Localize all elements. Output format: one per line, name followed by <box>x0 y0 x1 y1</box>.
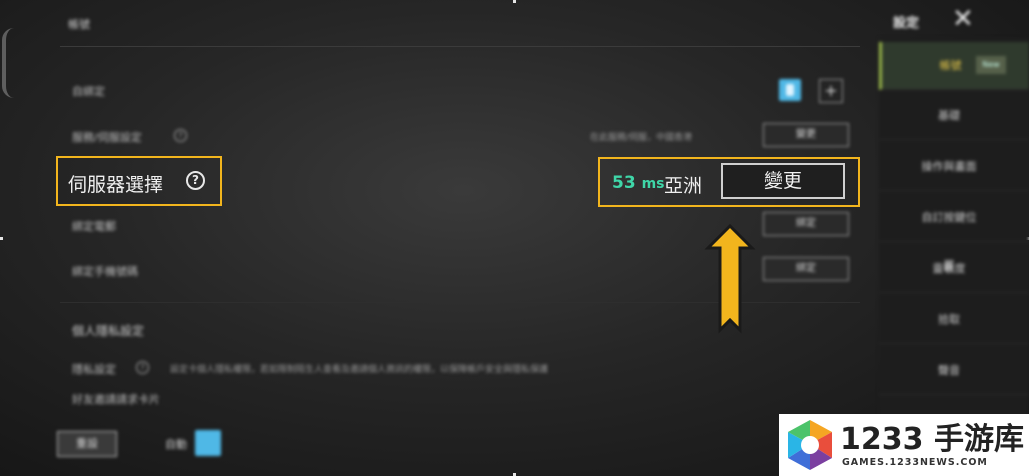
sidebar-item-label: 靈敏度 <box>932 262 966 275</box>
privacy-section-title: 個人隱私設定 <box>72 324 145 338</box>
row-label-email: 綁定電郵 <box>72 220 116 233</box>
bind-phone-button[interactable]: 綁定 <box>763 257 849 281</box>
service-status-text: 在此服務/伺服，中國香港 <box>590 133 693 143</box>
sidebar-item-label: 聲音 <box>938 364 960 377</box>
ping-value: 53 <box>612 173 636 193</box>
privacy-description: 設定卡個人隱私權限，若如限制陌生人查看及邀請個人資訊的權限，以保障帳戶安全與隱私… <box>170 365 549 375</box>
watermark-title: 1233 手游库 <box>840 422 1024 457</box>
sidebar-item-controls[interactable]: 操作與畫面 <box>879 143 1029 191</box>
sidebar-item-sensitivity[interactable]: 靈敏度 <box>879 245 1029 293</box>
privacy-help-icon[interactable]: ? <box>136 361 149 374</box>
new-badge: New <box>976 56 1006 74</box>
row-label-phone: 綁定手機號碼 <box>72 265 138 278</box>
crop-mark-left <box>0 237 3 240</box>
page-title: 帳號 <box>68 18 90 31</box>
auto-label: 自動 <box>165 438 187 451</box>
sidebar-item-pickup[interactable]: 拾取 <box>879 296 1029 344</box>
server-select-label: 伺服器選擇 <box>68 174 164 196</box>
sidebar-item-layout[interactable]: 自訂按鍵位置 <box>879 194 1029 272</box>
ping-indicator: 53 ms <box>612 173 665 193</box>
arrow-up-icon <box>704 223 756 334</box>
ping-unit: ms <box>641 176 665 192</box>
help-icon[interactable]: ? <box>174 129 187 142</box>
watermark-url: GAMES.1233NEWS.COM <box>842 457 988 468</box>
sidebar-item-label: 操作與畫面 <box>921 160 977 173</box>
crop-mark-top <box>513 0 516 3</box>
watermark-logo-icon <box>788 420 832 470</box>
add-account-button[interactable]: + <box>819 79 843 103</box>
close-icon[interactable]: ✕ <box>952 6 974 32</box>
privacy-setting-label: 隱私設定 <box>72 363 116 376</box>
server-change-button[interactable]: 變更 <box>721 163 845 199</box>
row-label-service: 服務/伺服設定 <box>72 131 142 144</box>
sidebar-item-sound[interactable]: 聲音 <box>879 347 1029 395</box>
account-link-icon[interactable] <box>779 79 801 101</box>
sidebar-item-basic[interactable]: 基礎 <box>879 92 1029 140</box>
reset-button[interactable]: 重設 <box>57 431 117 457</box>
server-region: 亞洲 <box>664 175 703 197</box>
header-divider <box>60 46 860 47</box>
server-help-icon[interactable]: ? <box>186 171 205 190</box>
sidebar-item-label: 帳號 <box>939 59 962 72</box>
row-label-binding: 自綁定 <box>72 85 105 98</box>
left-decoration <box>2 28 16 98</box>
service-change-button[interactable]: 變更 <box>763 123 849 147</box>
sidebar-item-account[interactable]: 帳號 New <box>879 42 1029 90</box>
settings-sidebar: 帳號 New 基礎 操作與畫面 自訂按鍵位置 靈敏度 拾取 聲音 <box>879 38 1029 476</box>
sidebar-item-label: 基礎 <box>938 109 960 122</box>
bind-email-button[interactable]: 綁定 <box>763 212 849 236</box>
settings-title: 設定 <box>893 16 920 31</box>
auto-toggle-icon[interactable] <box>195 430 221 456</box>
friend-request-label: 好友邀請請求卡片 <box>72 393 160 406</box>
sidebar-item-label: 拾取 <box>938 313 960 326</box>
